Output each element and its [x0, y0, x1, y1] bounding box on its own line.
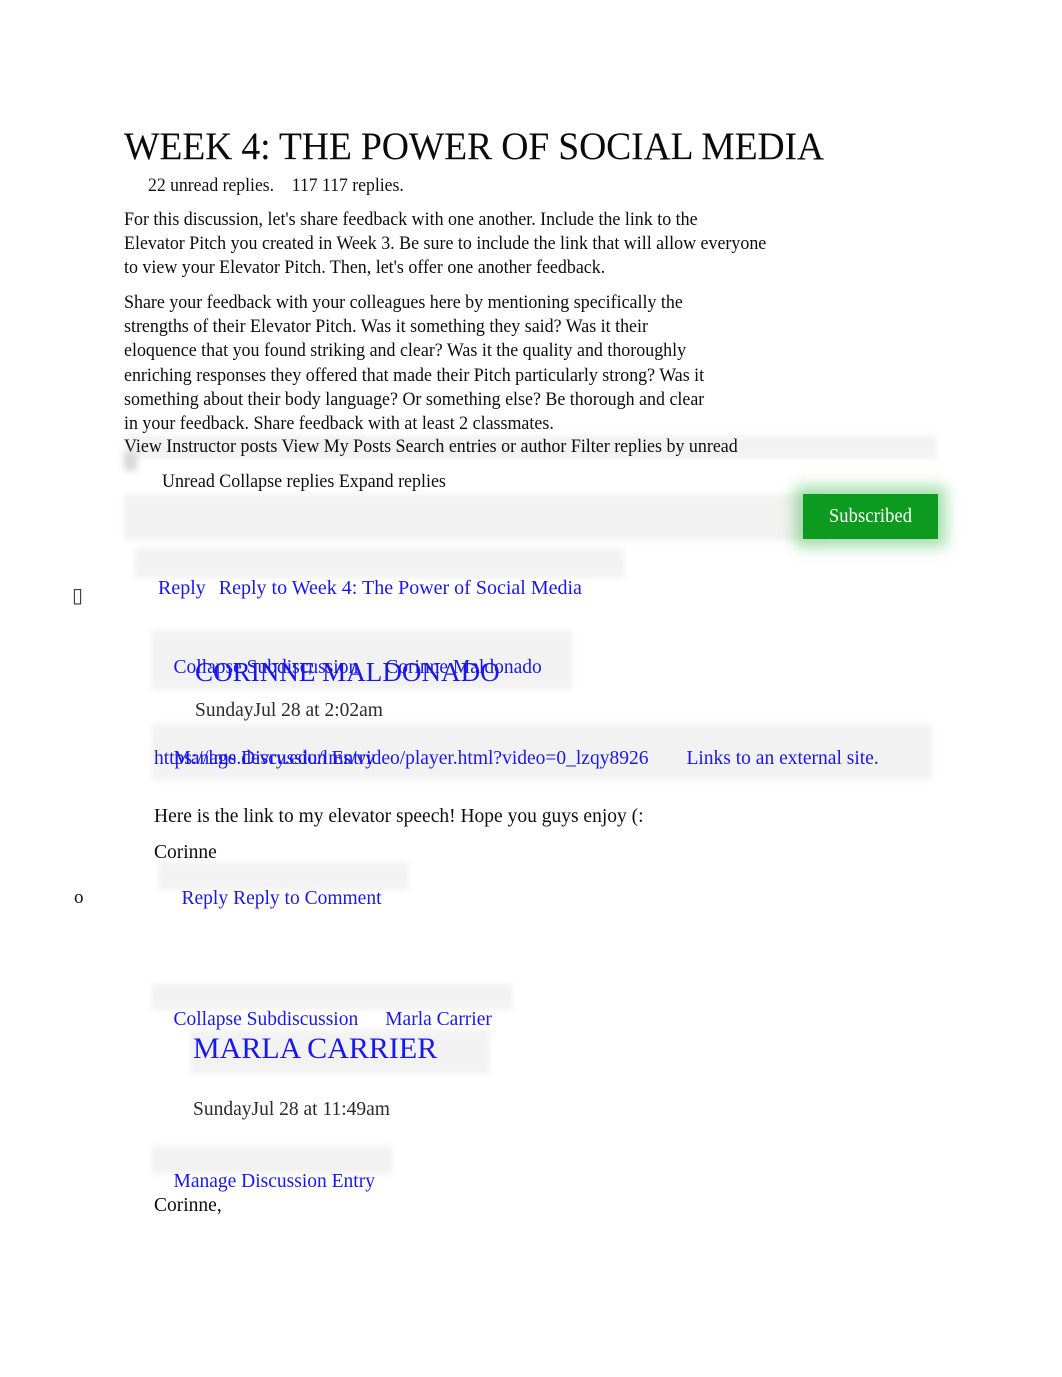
post-1-reply-row[interactable]: Reply Reply to Comment — [162, 863, 382, 935]
post-2-author-link[interactable]: Marla Carrier — [385, 1009, 492, 1030]
thread-reply-row[interactable]: Reply Reply to Week 4: The Power of Socia… — [138, 549, 582, 627]
missing-glyph-icon: ▯ — [72, 583, 84, 607]
post-1-signature: Corinne — [154, 842, 217, 863]
post-1-body-text: Here is the link to my elevator speech! … — [154, 806, 644, 827]
outline-list-marker: o — [74, 887, 84, 908]
scan-smudge-artifact — [124, 452, 137, 471]
scan-haze-band — [124, 494, 824, 540]
collapse-subdiscussion-link[interactable]: Collapse Subdiscussion — [174, 1009, 359, 1030]
discussion-toolbar-filters[interactable]: View Instructor posts View My Posts Sear… — [124, 435, 738, 459]
subscribed-button-label: Subscribed — [828, 506, 913, 527]
manage-discussion-entry-link[interactable]: Manage Discussion Entry — [174, 1171, 375, 1192]
post-1-reply-to-comment-link[interactable]: Reply to Comment — [233, 888, 381, 909]
post-1-video-url-link[interactable]: https://lms.devry.edu/lms/video/player.h… — [154, 748, 648, 769]
external-site-note-link[interactable]: Links to an external site. — [686, 748, 878, 769]
post-2-author-heading: MARLA CARRIER — [193, 1032, 438, 1065]
reply-counts: 22 unread replies. 117 117 replies. — [148, 175, 404, 196]
discussion-toolbar-collapse-controls[interactable]: Unread Collapse replies Expand replies — [162, 470, 446, 494]
subscribed-button[interactable]: Subscribed — [803, 494, 938, 539]
post-1-timestamp: SundayJul 28 at 2:02am — [195, 700, 383, 721]
reply-to-topic-link[interactable]: Reply to Week 4: The Power of Social Med… — [219, 577, 582, 599]
document-page: WEEK 4: THE POWER OF SOCIAL MEDIA 22 unr… — [0, 0, 1062, 1377]
post-2-body-text: Corinne, — [154, 1195, 222, 1216]
discussion-prompt-paragraph-1: For this discussion, let's share feedbac… — [124, 209, 767, 279]
post-1-reply-link[interactable]: Reply — [182, 888, 229, 909]
page-title: WEEK 4: THE POWER OF SOCIAL MEDIA — [124, 124, 824, 168]
discussion-prompt-paragraph-2: Share your feedback with your colleagues… — [124, 292, 705, 435]
post-1-url-row[interactable]: https://lms.devry.edu/lms/video/player.h… — [154, 747, 944, 772]
reply-link[interactable]: Reply — [158, 577, 206, 599]
post-1-author-heading: CORINNE MALDONADO — [195, 656, 500, 687]
post-2-timestamp: SundayJul 28 at 11:49am — [193, 1099, 390, 1120]
